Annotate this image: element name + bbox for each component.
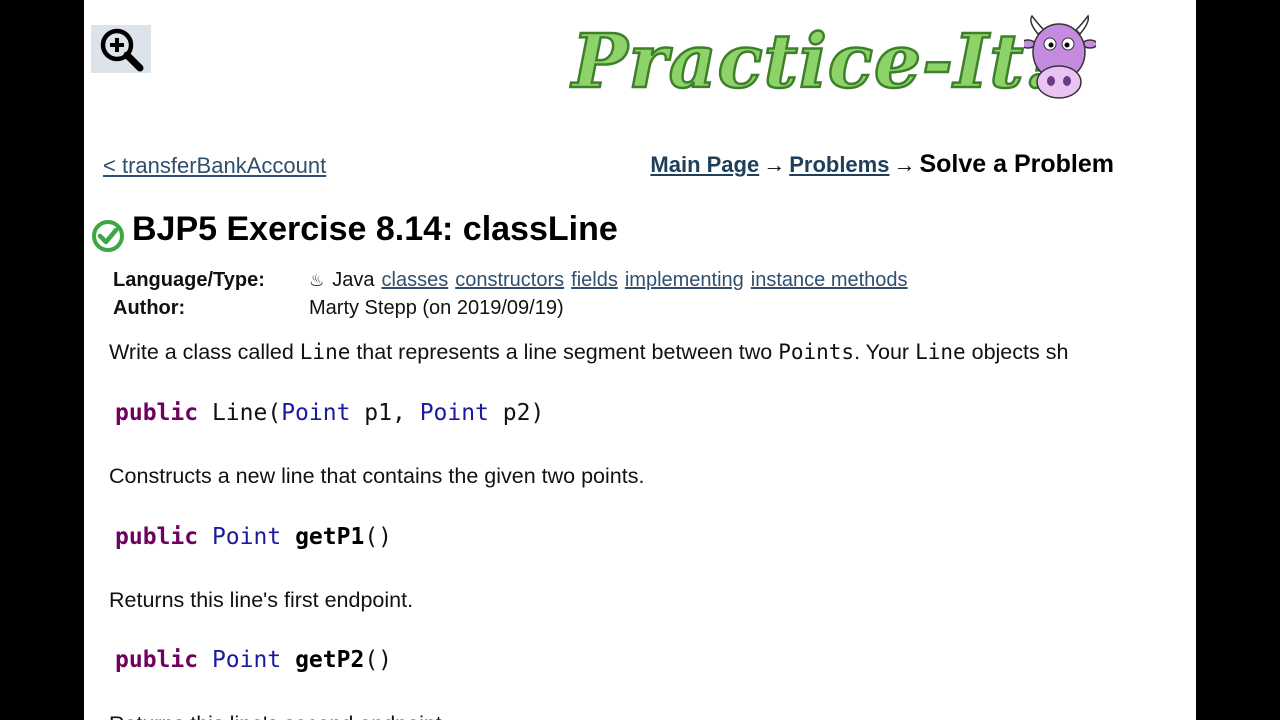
language-value: ♨ Java classes constructors fields implementi… [309,269,915,292]
author-row: Author: Marty Stepp (on 2019/09/19) [113,294,915,322]
code-type: Point [211,647,282,673]
problem-meta: Language/Type: ♨ Java classes constructors f… [113,266,915,322]
problem-title: BJP5 Exercise 8.14: classLine [132,210,618,248]
logo-text: Practice-It! [571,18,1059,107]
intro-text: . Your [854,340,916,364]
zoom-in-icon [100,28,144,72]
code-constructor-name: Line( [211,400,282,426]
code-param: p1, [350,400,420,426]
intro-text: objects sh [965,340,1069,364]
inline-code-points: Points [778,340,855,364]
code-parens: () [364,524,393,550]
tag-link-constructors[interactable]: constructors [455,269,564,291]
previous-problem-link[interactable]: < transferBankAccount [103,153,326,179]
code-method-name: getP2 [295,647,365,673]
code-param: p2) [488,400,545,426]
tag-link-instance-methods[interactable]: instance methods [751,269,908,291]
author-label: Author: [113,296,186,319]
code-method-name: getP1 [295,524,365,550]
tag-link-implementing[interactable]: implementing [625,269,744,291]
code-keyword: public [115,400,199,426]
java-cup-icon: ♨ [309,270,325,290]
breadcrumb-problems-link[interactable]: Problems [789,152,889,177]
method-getp1-signature: public Point getP1() [115,524,392,550]
intro-paragraph: Write a class called Line that represent… [109,340,1068,365]
method-getp2-signature: public Point getP2() [115,647,392,673]
getp1-description: Returns this line's first endpoint. [109,588,414,612]
zoom-button[interactable] [91,25,151,73]
author-value: Marty Stepp (on 2019/09/19) [309,296,564,319]
tag-link-classes[interactable]: classes [382,269,449,291]
breadcrumb: Main Page → Problems → Solve a Problem [650,150,1114,179]
breadcrumb-arrow: → [763,152,786,177]
code-keyword: public [115,524,199,550]
code-type: Point [281,400,351,426]
breadcrumb-arrow: → [893,152,916,177]
code-type: Point [211,524,282,550]
solved-check-icon [92,220,124,252]
breadcrumb-main-page-link[interactable]: Main Page [650,152,759,177]
inline-code-line: Line [299,340,351,364]
language-row: Language/Type: ♨ Java classes constructors f… [113,266,915,294]
getp2-description: Returns this line's second endpoint. [109,712,448,720]
intro-text: that represents a line segment between t… [350,340,779,364]
language-name: Java [332,268,375,291]
cow-mascot-icon [1024,14,1096,99]
page: Practice-It! < transferBankAccount Main … [84,0,1196,720]
intro-text: Write a class called [109,340,300,364]
code-type: Point [419,400,489,426]
tag-link-fields[interactable]: fields [571,269,618,291]
code-parens: () [364,647,393,673]
language-label: Language/Type: [113,268,265,291]
practice-it-logo[interactable]: Practice-It! [571,14,1102,110]
constructor-description: Constructs a new line that contains the … [109,464,645,488]
inline-code-line: Line [915,340,966,364]
code-keyword: public [115,647,199,673]
breadcrumb-current: Solve a Problem [919,150,1114,178]
constructor-signature: public Line(Point p1, Point p2) [115,400,544,426]
